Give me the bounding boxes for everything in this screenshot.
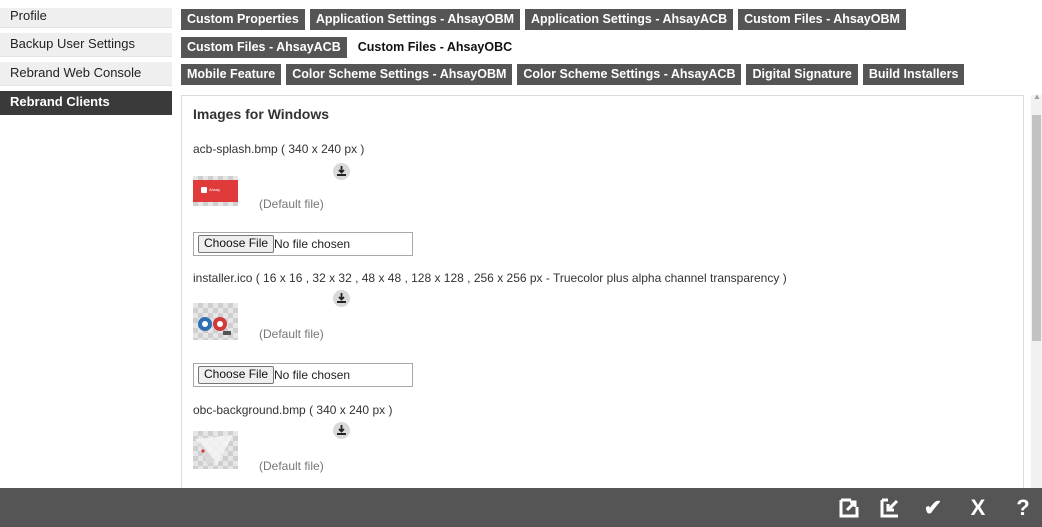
vertical-scrollbar[interactable]: ▲ — [1031, 92, 1042, 488]
close-icon[interactable]: X — [965, 495, 991, 521]
sidebar-item-backup-user-settings[interactable]: Backup User Settings — [0, 33, 172, 57]
download-icon[interactable] — [333, 290, 350, 307]
import-icon[interactable] — [877, 495, 903, 521]
thumbnail-installer-ico — [193, 303, 238, 340]
file-label-installer-ico: installer.ico ( 16 x 16 , 32 x 32 , 48 x… — [193, 271, 787, 285]
scroll-up-icon[interactable]: ▲ — [1033, 92, 1041, 101]
tab-custom-files-ahsayacb[interactable]: Custom Files - AhsayACB — [181, 37, 347, 58]
tab-digital-signature[interactable]: Digital Signature — [746, 64, 858, 85]
tab-custom-files-ahsayobc[interactable]: Custom Files - AhsayOBC — [351, 37, 519, 58]
default-file-label: (Default file) — [259, 197, 324, 211]
file-label-obc-background: obc-background.bmp ( 340 x 240 px ) — [193, 403, 393, 417]
splash-brand-text: Ahsay — [209, 187, 221, 192]
tab-color-scheme-settings-ahsayacb[interactable]: Color Scheme Settings - AhsayACB — [517, 64, 742, 85]
no-file-chosen-text: No file chosen — [274, 368, 351, 382]
download-icon[interactable] — [333, 163, 350, 180]
file-input-installer-ico[interactable]: Choose File No file chosen — [193, 363, 413, 387]
section-title: Images for Windows — [193, 106, 330, 122]
tab-row-3: Mobile Feature Color Scheme Settings - Ah… — [181, 64, 969, 86]
no-file-chosen-text: No file chosen — [274, 237, 351, 251]
splash-image: Ahsay — [193, 180, 238, 202]
default-file-label: (Default file) — [259, 459, 324, 473]
choose-file-button[interactable]: Choose File — [198, 235, 275, 253]
tab-mobile-feature[interactable]: Mobile Feature — [181, 64, 282, 85]
thumbnail-acb-splash: Ahsay — [193, 176, 238, 206]
file-label-acb-splash: acb-splash.bmp ( 340 x 240 px ) — [193, 142, 365, 156]
tab-build-installers[interactable]: Build Installers — [862, 64, 965, 85]
default-file-label: (Default file) — [259, 327, 324, 341]
export-icon[interactable] — [836, 495, 862, 521]
content-panel: Images for Windows acb-splash.bmp ( 340 … — [181, 95, 1024, 488]
tab-custom-properties[interactable]: Custom Properties — [181, 9, 305, 30]
sidebar-item-profile[interactable]: Profile — [0, 8, 172, 28]
check-icon[interactable]: ✔ — [920, 495, 946, 521]
tab-row-1: Custom Properties Application Settings - … — [181, 9, 911, 31]
sidebar-item-rebrand-clients[interactable]: Rebrand Clients — [0, 91, 172, 115]
file-input-acb-splash[interactable]: Choose File No file chosen — [193, 232, 413, 256]
scrollbar-thumb[interactable] — [1032, 115, 1041, 341]
background-image — [195, 435, 233, 465]
tab-application-settings-ahsayobm[interactable]: Application Settings - AhsayOBM — [309, 9, 521, 30]
sidebar: Profile Backup User Settings Rebrand Web… — [0, 0, 172, 488]
sidebar-item-rebrand-web-console[interactable]: Rebrand Web Console — [0, 62, 172, 86]
choose-file-button[interactable]: Choose File — [198, 366, 275, 384]
thumbnail-obc-background — [193, 431, 238, 469]
installer-logo-icon — [198, 317, 231, 335]
tab-color-scheme-settings-ahsayobm[interactable]: Color Scheme Settings - AhsayOBM — [286, 64, 513, 85]
download-icon[interactable] — [333, 422, 350, 439]
tab-row-2: Custom Files - AhsayACB Custom Files - Ah… — [181, 37, 523, 59]
help-icon[interactable]: ? — [1010, 495, 1036, 521]
tab-custom-files-ahsayobm[interactable]: Custom Files - AhsayOBM — [738, 9, 906, 30]
bottom-toolbar: ✔ X ? — [0, 488, 1042, 527]
ahsay-logo-icon — [201, 187, 207, 193]
tab-application-settings-ahsayacb[interactable]: Application Settings - AhsayACB — [525, 9, 734, 30]
